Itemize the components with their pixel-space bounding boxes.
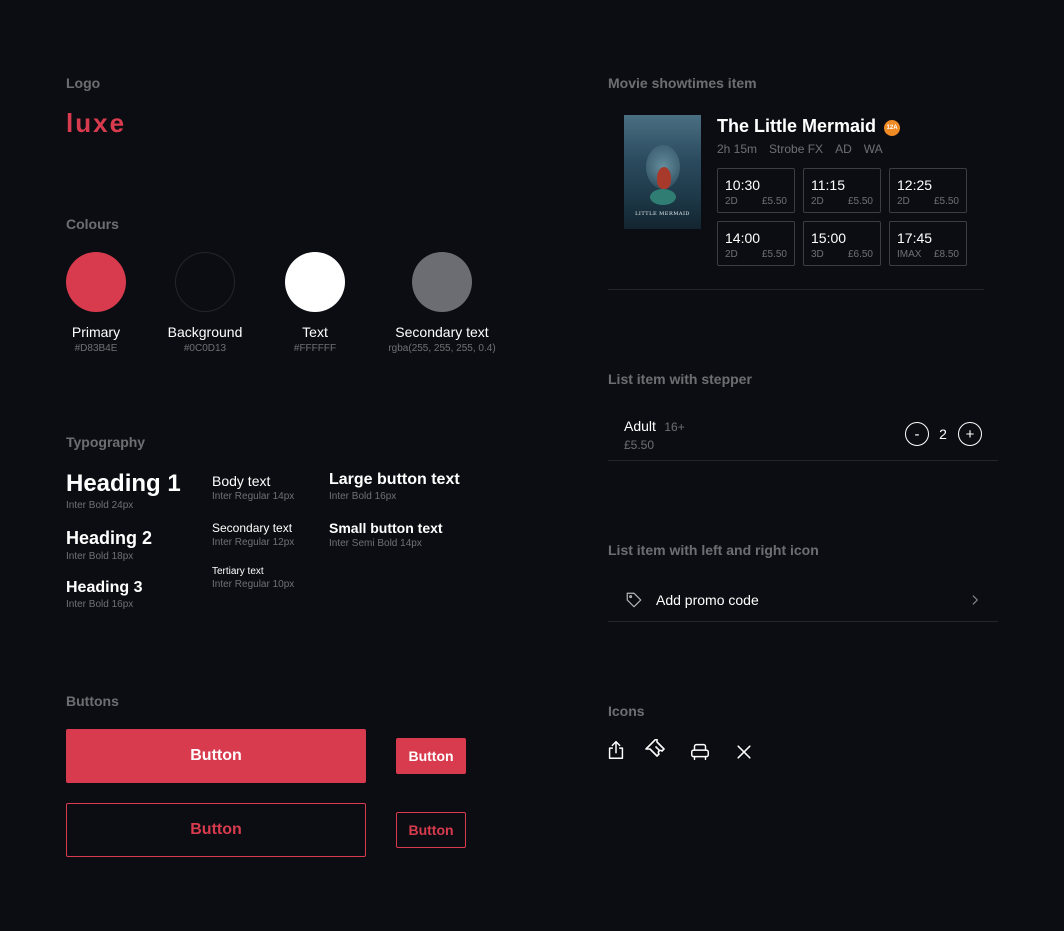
movie-title-row: The Little Mermaid 12A — [717, 116, 901, 137]
increment-button[interactable]: + — [958, 422, 982, 446]
movie-poster[interactable]: LITTLE MERMAID — [624, 115, 701, 229]
logo-section-title: Logo — [66, 75, 101, 91]
swatch-code: #FFFFFF — [293, 343, 337, 354]
type-tertiary: Tertiary text Inter Regular 10px — [212, 566, 294, 590]
showtime-slot[interactable]: 11:15 2D £5.50 — [803, 168, 881, 213]
movie-section-title: Movie showtimes item — [608, 75, 757, 91]
ticket-age: 16+ — [664, 420, 685, 434]
type-body: Body text Inter Regular 14px — [212, 473, 294, 502]
tertiary-text-note: Inter Regular 10px — [212, 579, 295, 590]
type-small-button: Small button text Inter Semi Bold 14px — [329, 520, 443, 549]
typography-section-title: Typography — [66, 434, 146, 450]
close-icon[interactable] — [732, 740, 756, 764]
showtime-time: 11:15 — [811, 177, 845, 193]
showtime-slot[interactable]: 12:25 2D £5.50 — [889, 168, 967, 213]
showtime-time: 10:30 — [725, 177, 761, 193]
share-icon[interactable] — [604, 738, 628, 762]
small-button-text-note: Inter Semi Bold 14px — [329, 538, 422, 549]
swatch-name: Text — [302, 324, 328, 340]
showtime-format: 2D — [811, 196, 824, 207]
swatch-code: rgba(255, 255, 255, 0.4) — [388, 343, 496, 354]
promo-code-label: Add promo code — [656, 592, 759, 608]
large-outline-button[interactable]: Button — [66, 803, 366, 857]
quantity-value: 2 — [939, 426, 947, 442]
body-text-note: Inter Regular 14px — [212, 491, 295, 502]
heading-1-sample: Heading 1 — [66, 470, 181, 497]
type-large-button: Large button text Inter Bold 16px — [329, 471, 460, 502]
heading-2-note: Inter Bold 18px — [66, 551, 134, 562]
showtime-format: 2D — [897, 196, 910, 207]
ticket-type-label: Adult 16+ — [624, 418, 685, 436]
type-heading-1: Heading 1 Inter Bold 24px — [66, 470, 181, 511]
stepper-divider — [608, 460, 998, 461]
colour-secondary-text: Secondary text rgba(255, 255, 255, 0.4) — [372, 252, 512, 354]
poster-title: LITTLE MERMAID — [635, 211, 690, 217]
showtime-price: £5.50 — [847, 196, 873, 207]
showtime-time: 15:00 — [811, 230, 847, 246]
secondary-text-note: Inter Regular 12px — [212, 537, 295, 548]
movie-duration: 2h 15m — [717, 142, 758, 156]
heading-3-note: Inter Bold 16px — [66, 599, 134, 610]
showtime-time: 12:25 — [897, 177, 933, 193]
showtime-slot[interactable]: 10:30 2D £5.50 — [717, 168, 795, 213]
movie-title[interactable]: The Little Mermaid — [717, 116, 876, 136]
type-heading-2: Heading 2 Inter Bold 18px — [66, 528, 152, 562]
decrement-button[interactable]: - — [905, 422, 929, 446]
ticket-price: £5.50 — [624, 438, 655, 452]
tag-icon — [622, 588, 646, 612]
showtime-time: 17:45 — [897, 230, 933, 246]
movie-format: Strobe FX — [769, 142, 824, 156]
showtime-format: 2D — [725, 249, 738, 260]
swatch-name: Secondary text — [395, 324, 489, 340]
showtime-format: 2D — [725, 196, 738, 207]
promo-code-row[interactable]: Add promo code — [608, 582, 998, 621]
body-text-sample: Body text — [212, 473, 271, 489]
showtime-price: £6.50 — [847, 249, 873, 260]
primary-swatch — [66, 252, 126, 312]
colour-text: Text #FFFFFF — [245, 252, 385, 354]
background-swatch — [175, 252, 235, 312]
heading-1-note: Inter Bold 24px — [66, 500, 134, 511]
type-secondary: Secondary text Inter Regular 12px — [212, 521, 294, 548]
movie-meta: 2h 15m Strobe FX AD WA — [717, 142, 895, 156]
chevron-right-icon — [963, 588, 987, 612]
type-heading-3: Heading 3 Inter Bold 16px — [66, 579, 142, 610]
heading-2-sample: Heading 2 — [66, 528, 153, 548]
large-button-text-note: Inter Bold 16px — [329, 491, 397, 502]
text-swatch — [285, 252, 345, 312]
ticket-icon[interactable] — [644, 739, 668, 763]
secondary-text-swatch — [412, 252, 472, 312]
showtime-slot[interactable]: 17:45 IMAX £8.50 — [889, 221, 967, 266]
large-primary-button[interactable]: Button — [66, 729, 366, 783]
tertiary-text-sample: Tertiary text — [212, 566, 264, 577]
showtime-price: £5.50 — [933, 196, 959, 207]
movie-divider — [608, 289, 984, 290]
promo-divider — [608, 621, 998, 622]
seat-icon[interactable] — [688, 740, 712, 764]
showtime-format: 3D — [811, 249, 824, 260]
small-button-text-sample: Small button text — [329, 520, 443, 536]
age-rating-badge: 12A — [884, 120, 901, 136]
logo: luxe — [66, 108, 127, 138]
stepper-section-title: List item with stepper — [608, 371, 752, 387]
icons-section-title: Icons — [608, 703, 645, 719]
promo-section-title: List item with left and right icon — [608, 542, 819, 558]
showtime-price: £5.50 — [761, 196, 787, 207]
buttons-section-title: Buttons — [66, 693, 119, 709]
secondary-text-sample: Secondary text — [212, 521, 293, 535]
heading-3-sample: Heading 3 — [66, 579, 143, 596]
showtime-price: £8.50 — [933, 249, 959, 260]
large-button-text-sample: Large button text — [329, 471, 460, 488]
movie-ad: AD — [835, 142, 852, 156]
showtime-price: £5.50 — [761, 249, 787, 260]
movie-wa: WA — [863, 142, 883, 156]
small-primary-button[interactable]: Button — [396, 738, 466, 774]
showtime-slot[interactable]: 14:00 2D £5.50 — [717, 221, 795, 266]
small-outline-button[interactable]: Button — [396, 812, 466, 848]
showtime-slot[interactable]: 15:00 3D £6.50 — [803, 221, 881, 266]
colours-section-title: Colours — [66, 216, 119, 232]
ticket-type-name: Adult — [624, 418, 656, 434]
showtime-format: IMAX — [897, 249, 922, 260]
showtime-time: 14:00 — [725, 230, 761, 246]
